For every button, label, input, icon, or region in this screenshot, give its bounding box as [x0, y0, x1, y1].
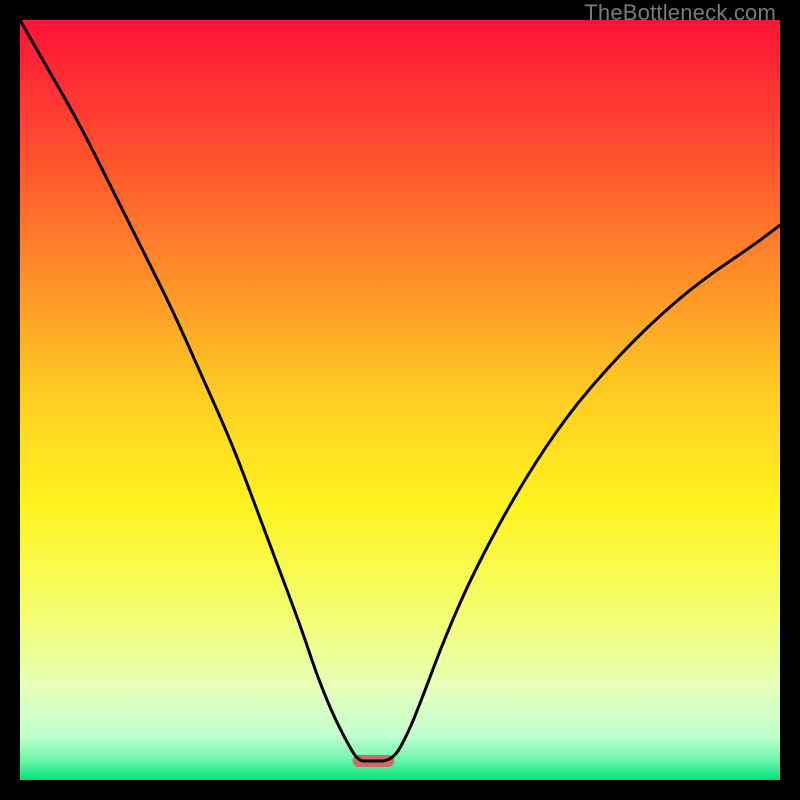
chart-background: [20, 20, 780, 780]
watermark-text: TheBottleneck.com: [584, 0, 776, 26]
chart-frame: [20, 20, 780, 780]
bottleneck-chart: [20, 20, 780, 780]
